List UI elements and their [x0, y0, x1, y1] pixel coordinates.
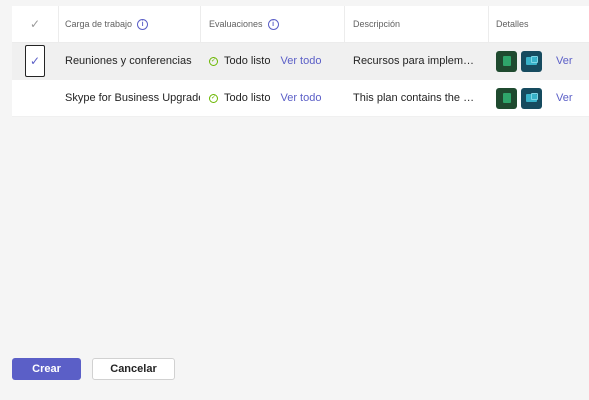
row-checkbox[interactable]	[12, 80, 58, 116]
table-row[interactable]: ✓ Reuniones y conferencias ✓ Todo listo …	[12, 43, 589, 80]
description-cell: Recursos para implementación de reunione…	[353, 43, 483, 79]
column-divider	[488, 6, 489, 42]
cancel-button[interactable]: Cancelar	[92, 358, 175, 380]
column-header-description[interactable]: Descripción	[353, 6, 483, 42]
info-icon[interactable]: i	[267, 18, 279, 30]
description-text: Recursos para implementación de reunione…	[353, 55, 479, 67]
create-button[interactable]: Crear	[12, 358, 81, 380]
details-cell: Ver	[496, 80, 589, 116]
column-header-evaluations[interactable]: Evaluaciones i	[209, 6, 345, 42]
info-icon[interactable]: i	[137, 18, 149, 30]
check-circle-icon: ✓	[209, 93, 218, 103]
table-header-row: ✓ Carga de trabajo i Evaluaciones i Desc…	[12, 6, 589, 43]
evaluation-cell: ✓ Todo listo Ver todo	[209, 43, 345, 79]
view-all-link[interactable]: Ver todo	[280, 92, 321, 104]
details-link[interactable]: Ver	[556, 55, 573, 67]
select-all-checkbox[interactable]: ✓	[12, 6, 58, 42]
details-cell: Ver	[496, 43, 589, 79]
planner-icon[interactable]	[496, 87, 517, 109]
teams-app-icon[interactable]	[521, 50, 542, 72]
table-row[interactable]: Skype for Business Upgrade ✓ Todo listo …	[12, 80, 589, 117]
check-icon: ✓	[29, 54, 41, 68]
row-checkbox[interactable]: ✓	[12, 43, 58, 79]
status-text: Todo listo	[224, 92, 271, 104]
details-link[interactable]: Ver	[556, 92, 573, 104]
column-divider	[200, 6, 201, 42]
workload-table: ✓ Carga de trabajo i Evaluaciones i Desc…	[12, 6, 589, 117]
description-text: This plan contains the steps	[353, 92, 479, 104]
planner-icon[interactable]	[496, 50, 517, 72]
column-header-workload[interactable]: Carga de trabajo i	[65, 6, 200, 42]
workload-name: Reuniones y conferencias	[65, 55, 192, 67]
workload-name: Skype for Business Upgrade	[65, 92, 200, 104]
description-cell: This plan contains the steps	[353, 80, 483, 116]
column-divider	[344, 6, 345, 42]
column-divider	[58, 6, 59, 42]
checkbox-checked[interactable]: ✓	[25, 45, 45, 77]
status-text: Todo listo	[224, 55, 271, 67]
evaluation-cell: ✓ Todo listo Ver todo	[209, 80, 345, 116]
check-icon: ✓	[29, 17, 41, 31]
column-header-details[interactable]: Detalles	[496, 6, 589, 42]
teams-app-icon[interactable]	[521, 87, 542, 109]
check-circle-icon: ✓	[209, 56, 218, 66]
view-all-link[interactable]: Ver todo	[280, 55, 321, 67]
